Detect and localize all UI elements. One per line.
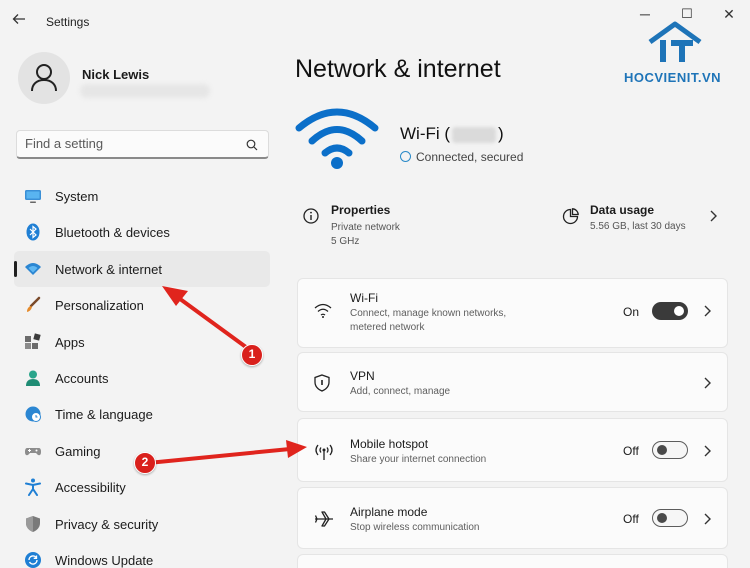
annotation-badge-1: 1 [241,344,263,366]
annotation-badge-2: 2 [134,452,156,474]
annotation-arrows [146,286,307,465]
arrow-head-2 [286,440,307,458]
